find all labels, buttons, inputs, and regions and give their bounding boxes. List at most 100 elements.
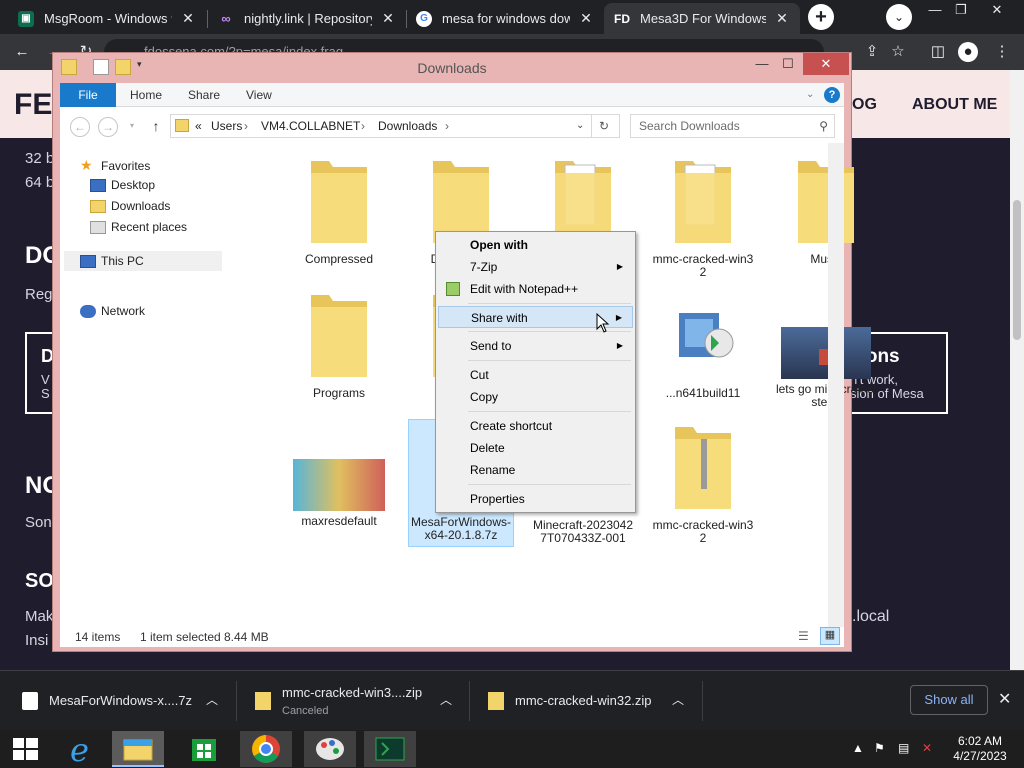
tab-google-search[interactable]: G mesa for windows downl ✕: [406, 3, 604, 34]
file-item[interactable]: maxresdefault: [286, 419, 392, 528]
nav-favorites[interactable]: ★ Favorites: [80, 157, 150, 174]
nav-link-about[interactable]: ABOUT ME: [912, 96, 997, 114]
tab-search-button[interactable]: ⌄: [886, 4, 912, 30]
site-logo[interactable]: FE: [14, 88, 52, 122]
tab-mesa3d[interactable]: FD Mesa3D For Windows - F ✕: [604, 3, 800, 34]
menu-item-cut[interactable]: Cut: [438, 364, 633, 386]
menu-label: Open with: [470, 238, 528, 252]
breadcrumb-downloads[interactable]: Downloads: [378, 115, 437, 137]
menu-item-send-to[interactable]: Send to ▶: [438, 335, 633, 357]
chevron-down-icon[interactable]: ⌄: [576, 115, 584, 137]
new-tab-button[interactable]: +: [808, 4, 834, 30]
up-arrow-icon[interactable]: ↑: [146, 117, 166, 137]
chevron-up-icon[interactable]: ︿: [672, 691, 684, 708]
nav-link-blog[interactable]: OG: [852, 96, 877, 114]
file-item[interactable]: Programs: [286, 287, 392, 400]
tab-home[interactable]: Home: [130, 83, 162, 107]
download-item[interactable]: mmc-cracked-win32.zip ︿: [470, 671, 702, 731]
download-item[interactable]: mmc-cracked-win3....zip Canceled ︿: [237, 671, 469, 731]
page-scrollbar[interactable]: [1010, 70, 1024, 670]
file-item[interactable]: mmc-cracked-win32: [650, 419, 756, 545]
nav-downloads[interactable]: Downloads: [90, 199, 170, 213]
file-explorer-icon[interactable]: [112, 731, 164, 767]
paint-icon[interactable]: [304, 731, 356, 767]
menu-item-delete[interactable]: Delete: [438, 437, 633, 459]
nav-this-pc[interactable]: This PC: [64, 251, 222, 271]
large-icons-view-icon[interactable]: ▦: [820, 627, 840, 645]
search-input[interactable]: Search Downloads ⚲: [630, 114, 835, 138]
page-text: Reg: [25, 286, 53, 303]
menu-item-open-with[interactable]: Open with: [438, 234, 633, 256]
maximize-icon[interactable]: ☐: [775, 53, 801, 75]
nav-network[interactable]: Network: [80, 304, 145, 318]
menu-kebab-icon[interactable]: ⋮: [992, 42, 1012, 62]
tab-view[interactable]: View: [246, 83, 272, 107]
refresh-icon[interactable]: ↻: [599, 115, 609, 137]
back-arrow-icon[interactable]: ←: [70, 117, 90, 137]
scroll-thumb[interactable]: [1013, 200, 1021, 340]
forward-arrow-icon[interactable]: →: [98, 117, 118, 137]
profile-avatar-icon[interactable]: ●: [958, 42, 978, 62]
restore-icon[interactable]: ❐: [946, 2, 976, 22]
breadcrumb-overflow[interactable]: «: [195, 115, 202, 137]
help-icon[interactable]: ?: [824, 87, 840, 103]
show-all-button[interactable]: Show all: [910, 685, 988, 715]
chevron-down-icon[interactable]: ⌄: [806, 83, 814, 107]
file-item[interactable]: lets go minecraft sisters!: [773, 287, 879, 409]
share-icon[interactable]: ⇪: [862, 42, 882, 62]
chevron-up-icon[interactable]: ▲: [852, 741, 864, 755]
menu-item-create-shortcut[interactable]: Create shortcut: [438, 415, 633, 437]
download-item[interactable]: MesaForWindows-x....7z ︿: [0, 671, 236, 731]
tab-msgroom[interactable]: ▣ MsgRoom - Windows 96 ✕: [8, 3, 206, 34]
explorer-address-bar[interactable]: « Users › VM4.COLLABNET › Downloads › ⌄ …: [170, 114, 620, 138]
file-item[interactable]: Music: [773, 153, 879, 266]
file-name: maxresdefault: [301, 514, 377, 528]
installer-icon: [671, 287, 735, 383]
menu-item-notepadpp[interactable]: Edit with Notepad++: [438, 278, 633, 300]
close-icon[interactable]: ✕: [180, 10, 196, 27]
cmd-icon[interactable]: [364, 731, 416, 767]
close-icon[interactable]: ✕: [998, 689, 1011, 709]
file-item[interactable]: mmc-cracked-win32: [650, 153, 756, 279]
notepadpp-icon: [446, 282, 460, 296]
close-icon[interactable]: ✕: [803, 53, 849, 75]
menu-item-rename[interactable]: Rename: [438, 459, 633, 481]
flag-icon[interactable]: ⚑: [874, 741, 885, 755]
menu-label: Copy: [470, 390, 499, 404]
tab-title: mesa for windows downl: [442, 11, 570, 26]
menu-item-copy[interactable]: Copy: [438, 386, 633, 408]
tab-nightly-link[interactable]: ∞ nightly.link | Repository u ✕: [208, 3, 406, 34]
minimize-icon[interactable]: —: [749, 53, 775, 75]
close-window-icon[interactable]: ✕: [982, 2, 1012, 22]
ie-icon[interactable]: e: [56, 731, 108, 768]
file-item[interactable]: Compressed: [286, 153, 392, 266]
network-tray-icon[interactable]: ▤: [898, 741, 909, 755]
close-icon[interactable]: ✕: [578, 10, 594, 27]
breadcrumb-user[interactable]: VM4.COLLABNET: [261, 115, 360, 137]
details-view-icon[interactable]: ☰: [798, 629, 809, 643]
folder-icon: [307, 153, 371, 249]
tab-share[interactable]: Share: [188, 83, 220, 107]
start-icon[interactable]: [0, 731, 52, 767]
close-icon[interactable]: ✕: [380, 10, 396, 27]
nav-desktop[interactable]: Desktop: [90, 178, 155, 192]
file-list-scrollbar[interactable]: [828, 143, 844, 627]
chevron-up-icon[interactable]: ︿: [206, 691, 218, 708]
clock[interactable]: 6:02 AM 4/27/2023: [948, 734, 1012, 764]
sidebar-icon[interactable]: ◫: [928, 42, 948, 62]
recent-locations-icon[interactable]: ▾: [122, 117, 142, 137]
nav-recent-places[interactable]: Recent places: [90, 220, 187, 234]
store-icon[interactable]: [178, 731, 230, 767]
file-item[interactable]: ...n641build11: [650, 287, 756, 400]
close-icon[interactable]: ✕: [774, 10, 790, 27]
back-icon[interactable]: ←: [12, 42, 32, 62]
volume-muted-icon[interactable]: ✕: [922, 741, 932, 755]
bookmark-star-icon[interactable]: ☆: [888, 42, 908, 62]
tab-file[interactable]: File: [60, 83, 116, 107]
menu-item-properties[interactable]: Properties: [438, 488, 633, 510]
breadcrumb-users[interactable]: Users: [211, 115, 242, 137]
window-titlebar[interactable]: ▾ Downloads — ☐ ✕: [53, 53, 851, 83]
menu-item-7zip[interactable]: 7-Zip ▶: [438, 256, 633, 278]
chevron-up-icon[interactable]: ︿: [440, 691, 452, 708]
chrome-icon[interactable]: [240, 731, 292, 767]
